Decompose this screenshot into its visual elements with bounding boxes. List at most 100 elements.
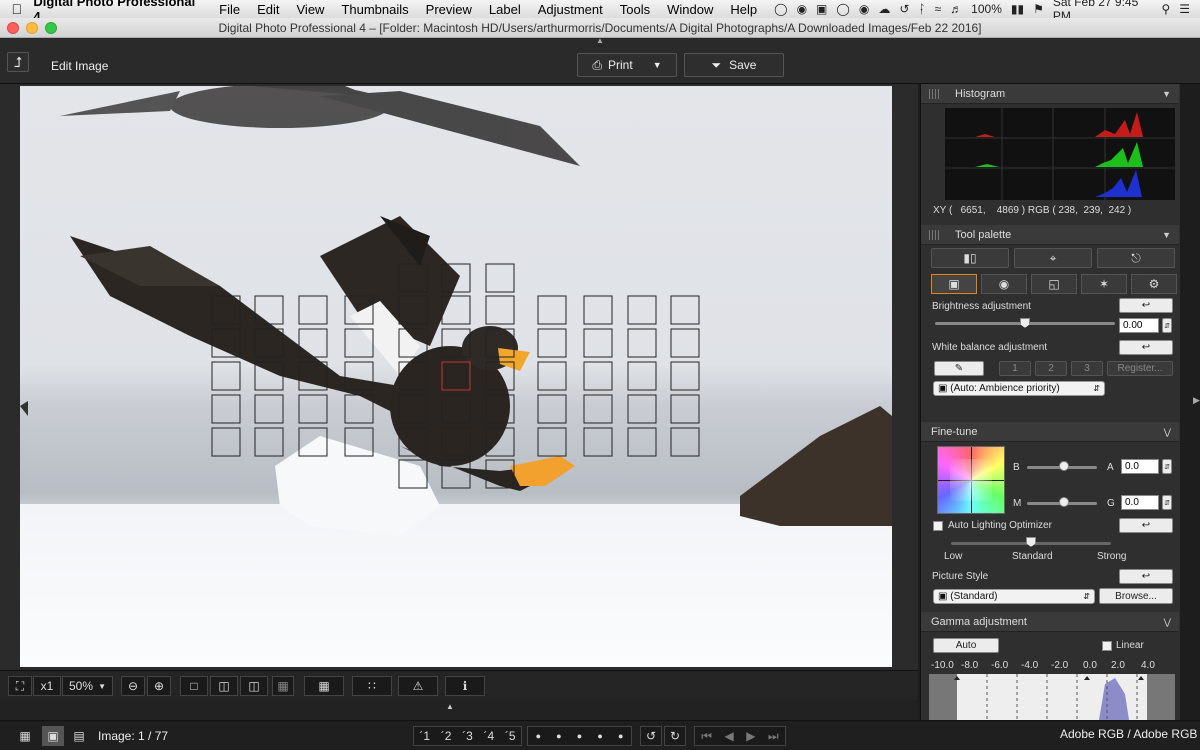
- status-icon[interactable]: ◉: [859, 2, 869, 16]
- wb-preset-3-button[interactable]: 3: [1071, 361, 1103, 376]
- label-dot-1-icon[interactable]: ●: [536, 731, 541, 741]
- info-icon[interactable]: ℹ: [445, 676, 485, 696]
- alo-slider-handle[interactable]: [1026, 537, 1036, 547]
- histogram-header[interactable]: Histogram ▼: [921, 84, 1179, 104]
- stamp-icon[interactable]: ⎋: [1097, 248, 1175, 268]
- menu-edit[interactable]: Edit: [257, 2, 279, 17]
- fine-tune-header[interactable]: Fine-tune ⋁: [921, 422, 1179, 442]
- grid-view-icon[interactable]: ▦: [14, 726, 36, 746]
- tab-basic-icon[interactable]: ▣: [931, 274, 977, 294]
- menu-adjustment[interactable]: Adjustment: [538, 2, 603, 17]
- tab-settings-gear-icon[interactable]: ⚙: [1131, 274, 1177, 294]
- wifi-icon[interactable]: ≈: [935, 2, 942, 16]
- zoom-x1-button[interactable]: x1: [33, 676, 61, 696]
- reset-brightness-button[interactable]: ↩: [1119, 298, 1173, 313]
- green-input[interactable]: 0.0: [1121, 495, 1159, 510]
- tab-color-icon[interactable]: ✶: [1081, 274, 1127, 294]
- wb-preset-1-button[interactable]: 1: [999, 361, 1031, 376]
- split-view-icon[interactable]: ◫: [240, 676, 268, 696]
- gamma-histogram[interactable]: [929, 674, 1175, 720]
- status-icon[interactable]: ◉: [797, 2, 807, 16]
- rating-3-button[interactable]: ´3: [462, 729, 473, 743]
- print-button[interactable]: ⎙ Print ▼: [577, 53, 677, 77]
- compare-icon[interactable]: ▦: [272, 676, 294, 696]
- white-balance-select[interactable]: ▣ (Auto: Ambience priority) ⇵: [933, 381, 1105, 396]
- rating-2-button[interactable]: ´2: [441, 729, 452, 743]
- close-window-button[interactable]: [7, 22, 19, 34]
- next-image-icon[interactable]: ▶: [746, 729, 755, 743]
- apple-menu-icon[interactable]: : [0, 1, 33, 17]
- back-button[interactable]: ⮥: [7, 52, 29, 72]
- green-stepper[interactable]: ⇵: [1162, 495, 1172, 510]
- linear-checkbox[interactable]: [1102, 641, 1112, 651]
- gamma-header[interactable]: Gamma adjustment ⋁: [921, 612, 1179, 632]
- collapse-toolbar-icon[interactable]: ▲: [596, 37, 604, 45]
- brightness-slider-handle[interactable]: [1020, 318, 1030, 328]
- status-icon[interactable]: ▣: [816, 2, 827, 16]
- label-dot-3-icon[interactable]: ●: [577, 731, 582, 741]
- tool-palette-header[interactable]: Tool palette ▼: [921, 225, 1179, 245]
- volume-icon[interactable]: ♬: [950, 2, 962, 16]
- notification-center-icon[interactable]: ☰: [1179, 2, 1190, 16]
- browse-button[interactable]: Browse...: [1099, 588, 1173, 604]
- zoom-out-icon[interactable]: ⊖: [121, 676, 145, 696]
- status-icon[interactable]: ◯: [836, 2, 849, 16]
- rating-1-button[interactable]: ´1: [419, 729, 430, 743]
- before-after-icon[interactable]: ◫: [210, 676, 238, 696]
- chevron-down-icon[interactable]: ▼: [1162, 84, 1171, 104]
- status-icon[interactable]: ◯: [774, 2, 787, 16]
- save-button[interactable]: ⏷ Save: [684, 53, 784, 77]
- panel-expand-arrow-icon[interactable]: ▶: [1193, 395, 1200, 406]
- zoom-in-icon[interactable]: ⊕: [147, 676, 171, 696]
- bluetooth-icon[interactable]: ᛛ: [918, 2, 925, 16]
- magenta-green-knob[interactable]: [1059, 497, 1069, 507]
- basic-adjust-icon[interactable]: ▮▯: [931, 248, 1009, 268]
- tab-lens-icon[interactable]: ◉: [981, 274, 1027, 294]
- fit-to-window-icon[interactable]: ⛶: [8, 676, 32, 696]
- single-image-view-icon[interactable]: ▣: [42, 726, 64, 746]
- amber-stepper[interactable]: ⇵: [1162, 459, 1172, 474]
- reset-alo-button[interactable]: ↩: [1119, 518, 1173, 533]
- reset-wb-button[interactable]: ↩: [1119, 340, 1173, 355]
- register-button[interactable]: Register...: [1107, 361, 1173, 376]
- thumbnail-strip-handle[interactable]: ▲: [0, 700, 918, 720]
- menu-tools[interactable]: Tools: [620, 2, 650, 17]
- rating-5-button[interactable]: ´5: [505, 729, 516, 743]
- gamma-auto-button[interactable]: Auto: [933, 638, 999, 653]
- single-view-icon[interactable]: □: [180, 676, 208, 696]
- zoom-select[interactable]: 50% ▼: [62, 676, 113, 696]
- amber-input[interactable]: 0.0: [1121, 459, 1159, 474]
- tab-tone-curve-icon[interactable]: ◱: [1031, 274, 1077, 294]
- list-view-icon[interactable]: ▤: [68, 726, 90, 746]
- label-dot-4-icon[interactable]: ●: [597, 731, 602, 741]
- photo-preview[interactable]: [20, 86, 892, 667]
- flag-icon[interactable]: ⚑: [1033, 2, 1044, 16]
- brightness-stepper[interactable]: ⇵: [1162, 318, 1172, 333]
- label-dot-2-icon[interactable]: ●: [556, 731, 561, 741]
- menu-window[interactable]: Window: [667, 2, 713, 17]
- blue-amber-knob[interactable]: [1059, 461, 1069, 471]
- alo-checkbox[interactable]: [933, 521, 943, 531]
- wb-preset-2-button[interactable]: 2: [1035, 361, 1067, 376]
- zoom-window-button[interactable]: [45, 22, 57, 34]
- menu-preview[interactable]: Preview: [426, 2, 472, 17]
- eyedropper-button[interactable]: ✎: [934, 361, 984, 376]
- time-machine-icon[interactable]: ↺: [899, 2, 909, 16]
- chevron-double-down-icon[interactable]: ⋁: [1164, 422, 1171, 442]
- picture-style-select[interactable]: ▣ (Standard) ⇵: [933, 589, 1095, 604]
- battery-percent[interactable]: 100%: [971, 2, 1002, 16]
- last-image-icon[interactable]: ⏭: [768, 729, 779, 744]
- menu-thumbnails[interactable]: Thumbnails: [341, 2, 408, 17]
- previous-image-icon[interactable]: ◀: [725, 729, 734, 743]
- reset-picture-style-button[interactable]: ↩: [1119, 569, 1173, 584]
- crop-icon[interactable]: ⌖: [1014, 248, 1092, 268]
- drag-grip-icon[interactable]: [929, 230, 939, 240]
- chevron-double-down-icon[interactable]: ⋁: [1164, 612, 1171, 632]
- highlight-alert-icon[interactable]: ⚠: [398, 676, 438, 696]
- menu-view[interactable]: View: [297, 2, 325, 17]
- color-wheel-picker[interactable]: [937, 446, 1005, 514]
- grid-overlay-icon[interactable]: ▦: [304, 676, 344, 696]
- label-dot-5-icon[interactable]: ●: [618, 731, 623, 741]
- menu-label[interactable]: Label: [489, 2, 521, 17]
- battery-icon[interactable]: ▮▮: [1011, 2, 1024, 16]
